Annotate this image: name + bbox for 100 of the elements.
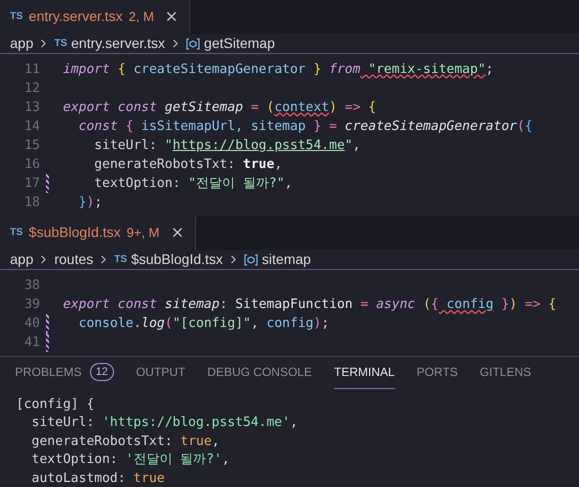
breadcrumb-item[interactable]: getSitemap: [204, 33, 275, 54]
code-token: autoLastmod:: [30, 470, 127, 487]
code-token: (: [164, 315, 173, 333]
code-token: SitemapFunction: [234, 296, 353, 314]
symbol-variable-icon: [186, 38, 200, 50]
panel-tab[interactable]: OUTPUT: [136, 356, 186, 388]
code-token: console: [78, 315, 134, 333]
code-token: (: [266, 98, 274, 117]
code-token: generateRobotsTxt:: [93, 156, 236, 174]
line-number: 18: [23, 194, 40, 212]
code-token: }: [78, 194, 86, 212]
line-number: 11: [23, 60, 40, 79]
code-token: sitemap: [164, 296, 220, 314]
code-token: "remix-sitemap": [367, 60, 486, 79]
breadcrumb-item[interactable]: $subBlogId.tsx: [131, 249, 223, 270]
code-token: ): [329, 98, 337, 117]
code-token: getSitemap: [164, 98, 244, 117]
code-token: .: [133, 315, 142, 333]
line-number: 39: [23, 296, 40, 314]
code-token: "[config]": [172, 315, 251, 333]
code-token: siteUrl:: [30, 414, 96, 432]
code-token: generateRobotsTxt:: [30, 432, 174, 450]
code-token: ): [509, 296, 518, 314]
code-token: ,: [284, 174, 292, 193]
tab-status-label: 2, M: [128, 8, 154, 26]
code-token: true: [243, 156, 274, 174]
code-token: ,: [274, 156, 282, 174]
problems-count-badge: 12: [90, 362, 114, 382]
line-number: 41: [23, 334, 40, 352]
editor-tab[interactable]: TS $subBlogId.tsx 9+, M: [0, 216, 196, 250]
line-number: 14: [23, 118, 40, 136]
code-token: textOption:: [30, 451, 119, 468]
breadcrumb-item[interactable]: app: [10, 33, 34, 54]
code-token: {: [547, 296, 556, 314]
code-token: const: [78, 118, 118, 136]
line-number: 40: [23, 315, 40, 333]
code-token: async: [375, 296, 416, 314]
code-token: =>: [524, 296, 540, 314]
code-token: ,: [352, 136, 360, 155]
tab-label: entry.server.tsx: [28, 7, 123, 26]
code-token: =>: [344, 98, 360, 117]
code-token: ,: [212, 432, 220, 450]
code-token: export: [63, 296, 110, 314]
code-token: ,: [250, 315, 259, 333]
breadcrumb-item[interactable]: routes: [54, 249, 94, 270]
code-token: createSitemapGenerator: [132, 60, 306, 79]
code-token: }: [312, 118, 322, 136]
code-token: siteUrl:: [93, 136, 158, 155]
code-token: {: [524, 118, 533, 136]
code-token: }: [312, 60, 322, 79]
typescript-file-icon: TS: [114, 252, 128, 268]
breadcrumb-item[interactable]: sitemap: [262, 249, 311, 270]
code-token: [config] {: [16, 396, 94, 413]
panel-tab[interactable]: PROBLEMS 12: [15, 356, 114, 388]
tab-status-label: 9+, M: [126, 224, 160, 242]
panel-tab[interactable]: DEBUG CONSOLE: [207, 356, 312, 388]
breadcrumb-item[interactable]: app: [10, 249, 34, 270]
code-token: {: [116, 60, 126, 79]
typescript-file-icon: TS: [54, 36, 68, 51]
code-token: ): [314, 315, 322, 333]
code-token: (: [516, 118, 525, 136]
code-token: =: [359, 296, 368, 314]
code-token: {: [430, 296, 439, 314]
code-token: {: [124, 118, 134, 136]
code-token: ): [86, 194, 94, 212]
code-token: }: [500, 296, 510, 314]
code-token: isSitemapUrl, sitemap: [140, 118, 306, 136]
code-token: (: [422, 296, 431, 314]
code-token: true: [133, 470, 165, 487]
line-number: 17: [23, 174, 40, 193]
code-token: ": [164, 136, 173, 155]
tab-label: $subBlogId.tsx: [28, 223, 121, 242]
code-token: =: [328, 118, 337, 136]
code-token: ;: [94, 194, 102, 212]
code-token: true: [180, 432, 212, 450]
code-token: ,: [290, 414, 298, 432]
code-token: 'https://blog.psst54.me': [102, 414, 290, 432]
code-token: createSitemapGenerator: [344, 118, 517, 136]
code-token: log: [141, 315, 165, 333]
code-token: https://blog.psst54.me: [172, 136, 345, 155]
typescript-file-icon: TS: [10, 9, 23, 24]
panel-tab[interactable]: PORTS: [416, 356, 458, 388]
code-token: ": [344, 136, 353, 155]
code-token: context: [274, 98, 330, 117]
code-token: ,: [222, 451, 230, 468]
line-number: 13: [23, 98, 40, 117]
breadcrumb-item[interactable]: entry.server.tsx: [71, 33, 166, 54]
line-number: 16: [23, 156, 40, 174]
symbol-variable-icon: [244, 254, 258, 266]
code-token: "전달이 될까?": [188, 174, 285, 193]
line-number: 12: [23, 80, 40, 98]
code-token: config: [446, 296, 494, 314]
editor-tab[interactable]: TS entry.server.tsx 2, M: [0, 0, 190, 34]
line-number: 15: [23, 136, 40, 155]
code-token: ;: [321, 315, 330, 333]
code-token: const: [116, 296, 157, 314]
panel-tab[interactable]: GITLENS: [480, 356, 532, 388]
panel-tab[interactable]: TERMINAL: [334, 356, 395, 388]
code-token: import: [63, 60, 110, 79]
code-token: textOption:: [93, 174, 182, 193]
